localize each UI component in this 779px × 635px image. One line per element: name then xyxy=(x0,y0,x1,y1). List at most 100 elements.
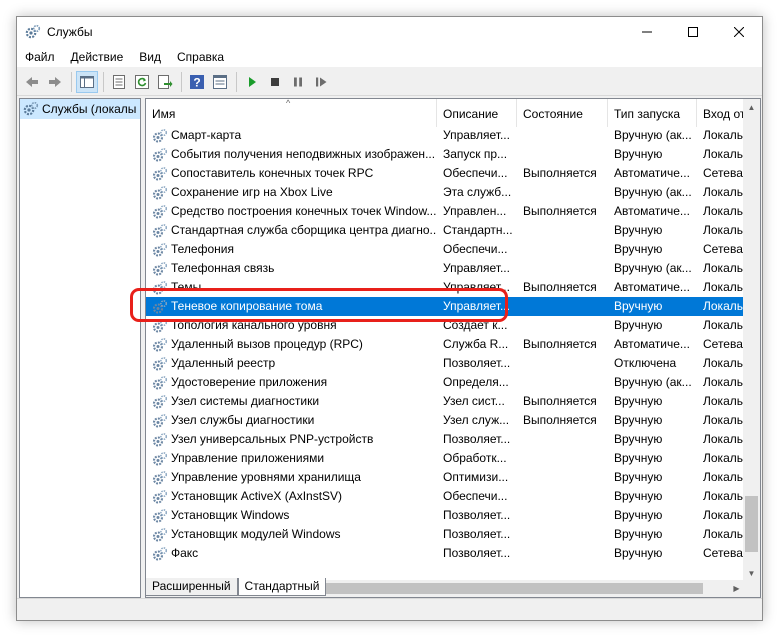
column-header-label: Имя xyxy=(152,107,176,121)
table-row[interactable]: Узел системы диагностики Узел сист... Выпо… xyxy=(146,392,746,411)
export-list-button[interactable] xyxy=(154,71,176,93)
service-name: Установщик ActiveX (AxInstSV) xyxy=(171,489,343,503)
column-header-state[interactable]: Состояние xyxy=(517,99,608,127)
service-logon: Локальн xyxy=(703,299,746,313)
sort-ascending-icon: ^ xyxy=(286,99,291,108)
table-row[interactable]: Установщик Windows Позволяет... Вручную Лок… xyxy=(146,506,746,525)
forward-button[interactable] xyxy=(44,71,66,93)
table-row[interactable]: Топология канального уровня Создает к... В… xyxy=(146,316,746,335)
service-name-cell: Установщик Windows xyxy=(146,506,437,525)
service-name-cell: Факс xyxy=(146,544,437,563)
table-row[interactable]: Установщик ActiveX (AxInstSV) Обеспечи...… xyxy=(146,487,746,506)
show-console-tree-button[interactable] xyxy=(76,70,98,93)
service-name-cell: Смарт-карта xyxy=(146,127,437,145)
table-row[interactable]: Удостоверение приложения Определя... Вручн… xyxy=(146,373,746,392)
restart-service-icon xyxy=(316,77,327,86)
service-gear-icon xyxy=(152,299,168,314)
service-name: Темы xyxy=(171,280,202,294)
table-row-selected[interactable]: Теневое копирование тома Управляет... Вруч… xyxy=(146,297,746,316)
restart-service-button[interactable] xyxy=(310,71,332,93)
service-gear-icon xyxy=(152,394,168,409)
service-name-cell: Управление приложениями xyxy=(146,449,437,468)
refresh-button[interactable] xyxy=(131,71,153,93)
scroll-up-icon[interactable]: ▲ xyxy=(743,99,760,116)
details-view-button[interactable] xyxy=(209,71,231,93)
close-button[interactable] xyxy=(716,17,762,47)
service-logon: Сетевая xyxy=(703,242,746,256)
service-name-cell: Установщик ActiveX (AxInstSV) xyxy=(146,487,437,506)
service-name-cell: Темы xyxy=(146,278,437,297)
service-logon: Локальн xyxy=(703,128,746,142)
table-row[interactable]: Сопоставитель конечных точек RPC Обеспечи… xyxy=(146,164,746,183)
start-service-button[interactable] xyxy=(241,71,263,93)
service-name-cell: Удостоверение приложения xyxy=(146,373,437,392)
table-row[interactable]: Сохранение игр на Xbox Live Эта служб... В… xyxy=(146,183,746,202)
table-row[interactable]: Управление уровнями хранилища Оптимизи...… xyxy=(146,468,746,487)
service-description: Обеспечи... xyxy=(443,166,508,180)
minimize-button[interactable] xyxy=(624,17,670,47)
service-startup-type: Вручную xyxy=(614,318,663,332)
tree-item-services-local[interactable]: Службы (локалы xyxy=(20,99,140,119)
menu-view[interactable]: Вид xyxy=(131,50,169,64)
menu-action[interactable]: Действие xyxy=(63,50,132,64)
table-row[interactable]: События получения неподвижных изображен.… xyxy=(146,145,746,164)
pause-service-button[interactable] xyxy=(287,71,309,93)
table-row[interactable]: Телефония Обеспечи... Вручную Сетевая xyxy=(146,240,746,259)
stop-service-button[interactable] xyxy=(264,71,286,93)
service-description: Управляет... xyxy=(443,280,510,294)
table-row[interactable]: Факс Позволяет... Вручную Сетевая xyxy=(146,544,746,563)
table-row[interactable]: Телефонная связь Управляет... Вручную (ак.… xyxy=(146,259,746,278)
menu-file[interactable]: Файл xyxy=(17,50,63,64)
column-header-name[interactable]: ^ Имя xyxy=(146,99,437,127)
pause-service-icon xyxy=(294,77,302,86)
column-header: ^ Имя Описание Состояние Тип запуска Вхо… xyxy=(146,99,746,127)
table-row[interactable]: Удаленный вызов процедур (RPC) Служба R..… xyxy=(146,335,746,354)
service-name-cell: Узел универсальных PNP-устройств xyxy=(146,430,437,449)
help-icon: ? xyxy=(190,74,204,89)
properties-button[interactable] xyxy=(108,71,130,93)
toolbar: ? xyxy=(17,68,762,96)
maximize-button[interactable] xyxy=(670,17,716,47)
service-logon: Локальн xyxy=(703,147,746,161)
service-startup-type: Вручную (ак... xyxy=(614,185,692,199)
service-state xyxy=(517,127,608,145)
service-description: Управлен... xyxy=(443,204,507,218)
vertical-scrollbar[interactable]: ▲ ▼ xyxy=(743,99,760,582)
service-startup-type: Вручную xyxy=(614,470,663,484)
table-row[interactable]: Управление приложениями Обработк... Вручну… xyxy=(146,449,746,468)
service-logon: Сетевая xyxy=(703,337,746,351)
tab-standard[interactable]: Стандартный xyxy=(237,578,327,596)
service-description: Управляет... xyxy=(443,299,510,313)
service-state xyxy=(517,354,608,373)
column-header-logon[interactable]: Вход от xyxy=(697,99,746,127)
menu-help[interactable]: Справка xyxy=(169,50,232,64)
service-gear-icon xyxy=(152,546,168,561)
table-row[interactable]: Смарт-карта Управляет... Вручную (ак... Лок… xyxy=(146,127,746,145)
table-row[interactable]: Средство построения конечных точек Windo… xyxy=(146,202,746,221)
menu-bar: Файл Действие Вид Справка xyxy=(17,47,762,67)
service-gear-icon xyxy=(152,261,168,276)
vertical-scroll-thumb[interactable] xyxy=(745,496,758,552)
table-row[interactable]: Узел службы диагностики Узел служ... Выпол… xyxy=(146,411,746,430)
back-button[interactable] xyxy=(21,71,43,93)
column-header-startup-type[interactable]: Тип запуска xyxy=(608,99,697,127)
service-description: Определя... xyxy=(443,375,509,389)
table-row[interactable]: Удаленный реестр Позволяет... Отключена Лок… xyxy=(146,354,746,373)
service-startup-type: Вручную xyxy=(614,546,663,560)
help-button[interactable]: ? xyxy=(186,71,208,93)
service-startup-type: Автоматиче... xyxy=(614,166,690,180)
service-state xyxy=(517,449,608,468)
service-logon: Локальн xyxy=(703,223,746,237)
service-logon: Локальн xyxy=(703,318,746,332)
tab-extended[interactable]: Расширенный xyxy=(145,578,238,596)
service-state xyxy=(517,544,608,563)
service-name: Установщик Windows xyxy=(171,508,290,522)
table-row[interactable]: Узел универсальных PNP-устройств Позволяе… xyxy=(146,430,746,449)
stop-service-icon xyxy=(271,77,279,86)
table-row[interactable]: Стандартная служба сборщика центра диагн… xyxy=(146,221,746,240)
console-tree: Службы (локалы xyxy=(19,98,141,598)
service-description: Запуск пр... xyxy=(443,147,508,161)
table-row[interactable]: Установщик модулей Windows Позволяет... Вр… xyxy=(146,525,746,544)
table-row[interactable]: Темы Управляет... Выполняется Автоматиче...… xyxy=(146,278,746,297)
column-header-description[interactable]: Описание xyxy=(437,99,517,127)
